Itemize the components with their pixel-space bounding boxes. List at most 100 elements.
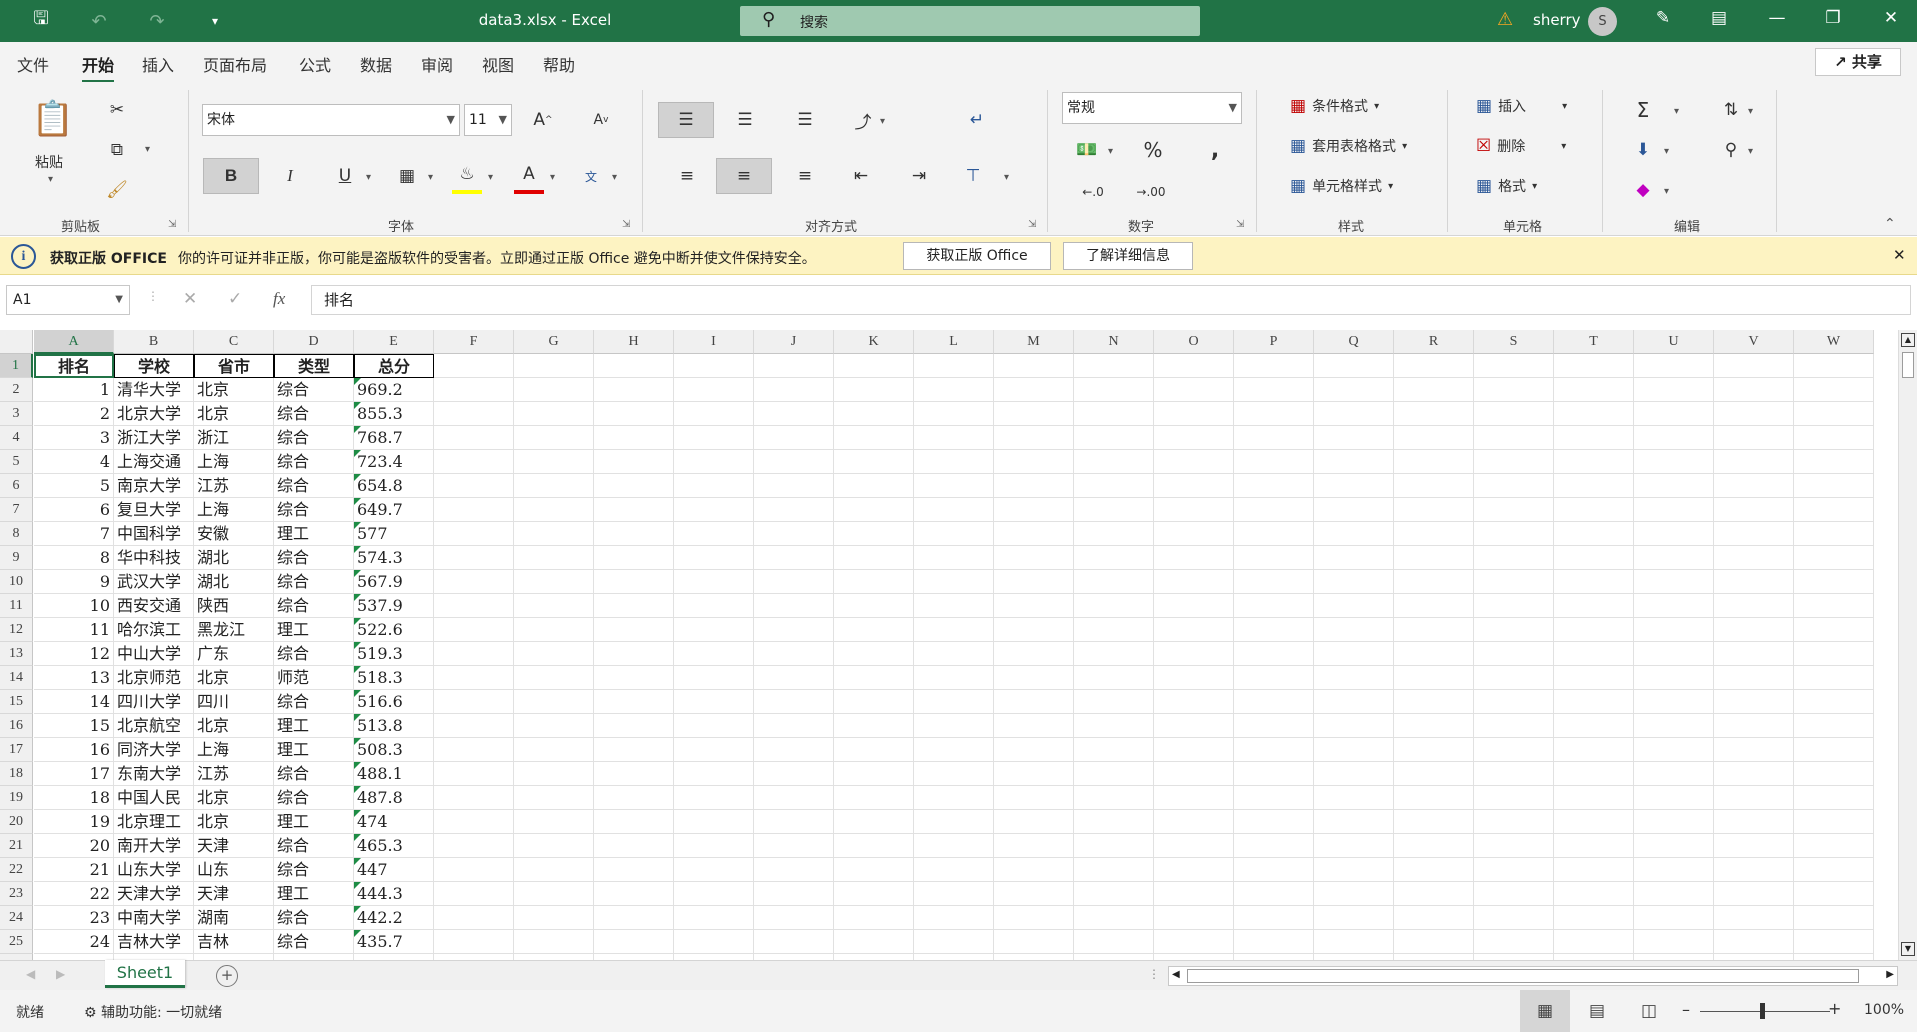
empty-cell[interactable] bbox=[834, 474, 914, 498]
column-header[interactable]: U bbox=[1634, 330, 1714, 354]
empty-cell[interactable] bbox=[1554, 882, 1634, 906]
header-cell[interactable]: 类型 bbox=[274, 354, 354, 378]
empty-cell[interactable] bbox=[514, 426, 594, 450]
percent-style-icon[interactable]: % bbox=[1138, 134, 1168, 166]
empty-cell[interactable] bbox=[514, 714, 594, 738]
orientation-icon[interactable]: ⤴ bbox=[848, 102, 878, 138]
empty-cell[interactable] bbox=[1394, 498, 1474, 522]
empty-cell[interactable] bbox=[754, 762, 834, 786]
table-cell[interactable]: 855.3 bbox=[354, 402, 434, 426]
empty-cell[interactable] bbox=[1794, 546, 1874, 570]
empty-cell[interactable] bbox=[1554, 546, 1634, 570]
empty-cell[interactable] bbox=[1154, 378, 1234, 402]
table-cell[interactable]: 东南大学 bbox=[114, 762, 194, 786]
empty-cell[interactable] bbox=[1154, 714, 1234, 738]
empty-cell[interactable] bbox=[1794, 714, 1874, 738]
collapse-ribbon-icon[interactable]: ⌃ bbox=[1884, 216, 1896, 232]
empty-cell[interactable] bbox=[1154, 930, 1234, 954]
empty-cell[interactable] bbox=[1394, 354, 1474, 378]
empty-cell[interactable] bbox=[1794, 810, 1874, 834]
empty-cell[interactable] bbox=[594, 498, 674, 522]
empty-cell[interactable] bbox=[1234, 522, 1314, 546]
zoom-level[interactable]: 100% bbox=[1864, 1002, 1904, 1018]
empty-cell[interactable] bbox=[834, 882, 914, 906]
empty-cell[interactable] bbox=[1394, 402, 1474, 426]
empty-cell[interactable] bbox=[994, 762, 1074, 786]
font-color-dropdown-icon[interactable]: ▾ bbox=[550, 172, 555, 183]
empty-cell[interactable] bbox=[434, 594, 514, 618]
empty-cell[interactable] bbox=[434, 426, 514, 450]
empty-cell[interactable] bbox=[1074, 450, 1154, 474]
empty-cell[interactable] bbox=[1474, 834, 1554, 858]
empty-cell[interactable] bbox=[754, 786, 834, 810]
empty-cell[interactable] bbox=[1554, 642, 1634, 666]
empty-cell[interactable] bbox=[674, 594, 754, 618]
empty-cell[interactable] bbox=[1714, 450, 1794, 474]
table-cell[interactable]: 8 bbox=[34, 546, 114, 570]
empty-cell[interactable] bbox=[434, 690, 514, 714]
empty-cell[interactable] bbox=[674, 498, 754, 522]
close-icon[interactable]: ✕ bbox=[1876, 8, 1906, 34]
empty-cell[interactable] bbox=[1314, 378, 1394, 402]
empty-cell[interactable] bbox=[754, 570, 834, 594]
empty-cell[interactable] bbox=[1074, 834, 1154, 858]
empty-cell[interactable] bbox=[1154, 402, 1234, 426]
table-cell[interactable]: 理工 bbox=[274, 618, 354, 642]
empty-cell[interactable] bbox=[1154, 474, 1234, 498]
row-header[interactable]: 17 bbox=[0, 738, 33, 762]
empty-cell[interactable] bbox=[1234, 570, 1314, 594]
empty-cell[interactable] bbox=[514, 498, 594, 522]
empty-cell[interactable] bbox=[434, 762, 514, 786]
empty-cell[interactable] bbox=[1314, 426, 1394, 450]
empty-cell[interactable] bbox=[1154, 354, 1234, 378]
phonetic-guide-icon[interactable]: 文 bbox=[576, 158, 606, 194]
table-cell[interactable]: 577 bbox=[354, 522, 434, 546]
header-cell[interactable]: 排名 bbox=[34, 354, 114, 378]
empty-cell[interactable] bbox=[834, 810, 914, 834]
empty-cell[interactable] bbox=[514, 906, 594, 930]
table-cell[interactable]: 649.7 bbox=[354, 498, 434, 522]
table-cell[interactable]: 20 bbox=[34, 834, 114, 858]
empty-cell[interactable] bbox=[434, 738, 514, 762]
empty-cell[interactable] bbox=[434, 354, 514, 378]
increase-indent-icon[interactable]: ⇥ bbox=[904, 158, 934, 194]
empty-cell[interactable] bbox=[514, 858, 594, 882]
table-cell[interactable]: 理工 bbox=[274, 714, 354, 738]
empty-cell[interactable] bbox=[1714, 906, 1794, 930]
row-header[interactable]: 22 bbox=[0, 858, 33, 882]
empty-cell[interactable] bbox=[1314, 930, 1394, 954]
table-cell[interactable]: 西安交通 bbox=[114, 594, 194, 618]
empty-cell[interactable] bbox=[514, 474, 594, 498]
add-sheet-icon[interactable]: + bbox=[216, 965, 238, 987]
empty-cell[interactable] bbox=[1314, 666, 1394, 690]
empty-cell[interactable] bbox=[1234, 762, 1314, 786]
table-cell[interactable]: 综合 bbox=[274, 426, 354, 450]
empty-cell[interactable] bbox=[434, 810, 514, 834]
table-cell[interactable]: 北京师范 bbox=[114, 666, 194, 690]
table-cell[interactable]: 23 bbox=[34, 906, 114, 930]
comma-style-icon[interactable]: , bbox=[1200, 134, 1230, 166]
empty-cell[interactable] bbox=[514, 786, 594, 810]
empty-cell[interactable] bbox=[994, 402, 1074, 426]
table-cell[interactable]: 22 bbox=[34, 882, 114, 906]
find-select-icon[interactable]: ⚲ bbox=[1716, 134, 1746, 166]
empty-cell[interactable] bbox=[1794, 402, 1874, 426]
empty-cell[interactable] bbox=[1554, 930, 1634, 954]
empty-cell[interactable] bbox=[754, 354, 834, 378]
empty-cell[interactable] bbox=[994, 666, 1074, 690]
empty-cell[interactable] bbox=[1234, 474, 1314, 498]
cut-icon[interactable]: ✂ bbox=[102, 96, 132, 124]
empty-cell[interactable] bbox=[754, 522, 834, 546]
empty-cell[interactable] bbox=[1314, 450, 1394, 474]
empty-cell[interactable] bbox=[1474, 738, 1554, 762]
empty-cell[interactable] bbox=[1074, 930, 1154, 954]
accounting-format-icon[interactable]: 💵 bbox=[1072, 134, 1102, 166]
column-header[interactable]: B bbox=[114, 330, 194, 354]
empty-cell[interactable] bbox=[1554, 474, 1634, 498]
empty-cell[interactable] bbox=[1314, 786, 1394, 810]
empty-cell[interactable] bbox=[754, 882, 834, 906]
empty-cell[interactable] bbox=[1314, 834, 1394, 858]
empty-cell[interactable] bbox=[1394, 570, 1474, 594]
empty-cell[interactable] bbox=[594, 570, 674, 594]
column-header[interactable]: F bbox=[434, 330, 514, 354]
